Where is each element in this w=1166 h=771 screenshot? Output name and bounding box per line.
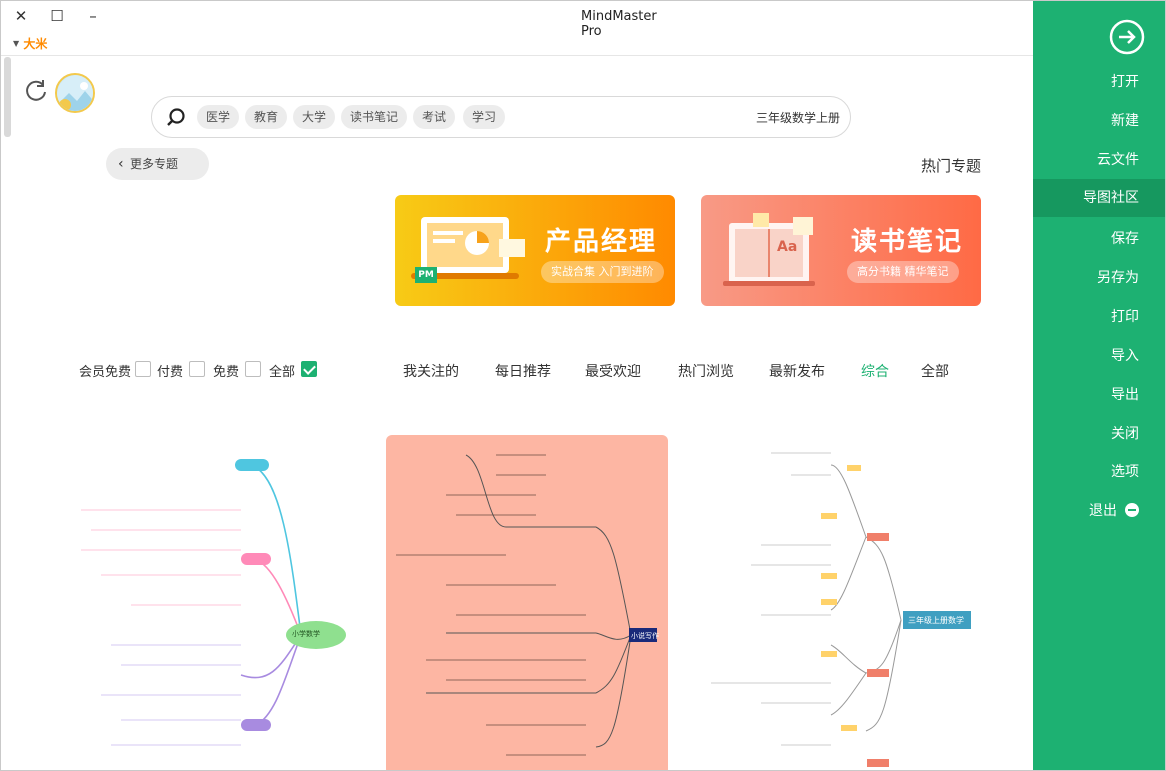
tab-most-popular[interactable]: 最受欢迎 <box>585 361 641 381</box>
hot-topics-title: 热门专题 <box>920 157 981 175</box>
sidebar-item-exit[interactable]: 退出 <box>1033 492 1165 530</box>
banner-badge: Aa <box>777 239 798 255</box>
tag-education[interactable]: 教育 <box>245 105 288 129</box>
tag-exam[interactable]: 考试 <box>413 105 456 129</box>
tag-study[interactable]: 学习 <box>463 105 506 129</box>
sidebar-item-import[interactable]: 导入 <box>1033 337 1165 375</box>
filter-all-label: 全部 <box>269 365 296 380</box>
mindmap-root-label: 小说写作 <box>631 632 659 640</box>
tab-comprehensive[interactable]: 综合 <box>861 361 889 381</box>
sidebar-item-print[interactable]: 打印 <box>1033 298 1165 336</box>
sidebar-item-options[interactable]: 选项 <box>1033 453 1165 491</box>
mindmap-root-label: 小学数学 <box>292 630 320 638</box>
banner-subtitle: 实战合集 入门到进阶 <box>541 261 664 283</box>
user-menu[interactable]: ▼ 大米 <box>13 35 47 52</box>
tab-hot-browse[interactable]: 热门浏览 <box>678 361 734 381</box>
search-input[interactable]: 三年级数学上册 <box>756 109 840 126</box>
tab-following[interactable]: 我关注的 <box>403 361 459 381</box>
filter-paid-checkbox[interactable] <box>189 361 205 377</box>
sidebar-item-export[interactable]: 导出 <box>1033 376 1165 414</box>
notebook-illustration-icon <box>723 213 815 286</box>
mindmap-thumbnail <box>396 454 657 756</box>
mindmap-thumbnail <box>711 452 971 767</box>
refresh-icon[interactable] <box>23 77 49 103</box>
sidebar-item-close[interactable]: 关闭 <box>1033 415 1165 453</box>
sidebar-item-label: 退出 <box>1089 503 1117 519</box>
search-icon[interactable] <box>166 108 186 128</box>
banner-reading-notes[interactable]: Aa 读书笔记 高分书籍 精华笔记 <box>701 195 981 306</box>
more-topics-button[interactable]: ‹ 更多专题 <box>106 148 209 180</box>
tag-reading-notes[interactable]: 读书笔记 <box>341 105 408 129</box>
title-bar: ✕ ☐ – MindMaster Pro <box>1 1 1033 39</box>
avatar-image-icon <box>57 75 93 111</box>
mindmap-card[interactable]: 小说写作 <box>386 435 668 770</box>
filter-paid-label: 付费 <box>157 365 184 380</box>
sidebar-item-save[interactable]: 保存 <box>1033 220 1165 258</box>
arrow-right-circle-icon[interactable] <box>1109 19 1145 55</box>
mindmap-card[interactable]: 三年级上册数学 <box>701 435 991 770</box>
minus-circle-icon <box>1125 503 1139 517</box>
scrollbar-thumb[interactable] <box>4 57 11 137</box>
banner-title: 读书笔记 <box>851 227 964 257</box>
tag-university[interactable]: 大学 <box>293 105 336 129</box>
banner-title: 产品经理 <box>545 227 658 257</box>
user-name: 大米 <box>23 37 48 51</box>
filter-member-free-checkbox[interactable] <box>135 361 151 377</box>
minimize-button[interactable]: – <box>79 5 107 27</box>
sidebar-item-open[interactable]: 打开 <box>1033 63 1165 101</box>
chevron-left-icon: ‹ <box>118 156 124 172</box>
tab-all[interactable]: 全部 <box>921 361 949 381</box>
laptop-illustration-icon <box>411 217 525 279</box>
tab-daily-recommend[interactable]: 每日推荐 <box>495 361 551 381</box>
more-topics-label: 更多专题 <box>130 157 179 171</box>
banner-subtitle: 高分书籍 精华笔记 <box>847 261 959 283</box>
app-title: MindMaster Pro <box>581 9 657 39</box>
sidebar-item-cloud-files[interactable]: 云文件 <box>1033 141 1165 179</box>
divider <box>1 55 1033 56</box>
tag-medicine[interactable]: 医学 <box>197 105 240 129</box>
sidebar-item-save-as[interactable]: 另存为 <box>1033 259 1165 297</box>
sidebar-item-community[interactable]: 导图社区 <box>1033 179 1165 217</box>
app-window: ✕ ☐ – MindMaster Pro ▼ 大米 三年级数学上册 学习 考试 … <box>0 0 1166 771</box>
sidebar-item-new[interactable]: 新建 <box>1033 102 1165 140</box>
filter-member-free-label: 会员免费 <box>79 365 132 380</box>
filter-free-checkbox[interactable] <box>245 361 261 377</box>
banner-product-manager[interactable]: PM 产品经理 实战合集 入门到进阶 <box>395 195 675 306</box>
mindmap-card[interactable]: 小学数学 <box>71 435 361 770</box>
mindmap-thumbnail <box>81 459 346 746</box>
filter-free-label: 免费 <box>213 365 240 380</box>
maximize-button[interactable]: ☐ <box>43 5 71 27</box>
avatar[interactable] <box>55 73 95 113</box>
close-button[interactable]: ✕ <box>7 5 35 27</box>
banner-badge: PM <box>415 267 437 283</box>
mindmap-root-label: 三年级上册数学 <box>908 616 964 625</box>
dropdown-caret-icon: ▼ <box>13 39 20 48</box>
filter-all-checkbox[interactable] <box>301 361 317 377</box>
tab-latest[interactable]: 最新发布 <box>769 361 825 381</box>
